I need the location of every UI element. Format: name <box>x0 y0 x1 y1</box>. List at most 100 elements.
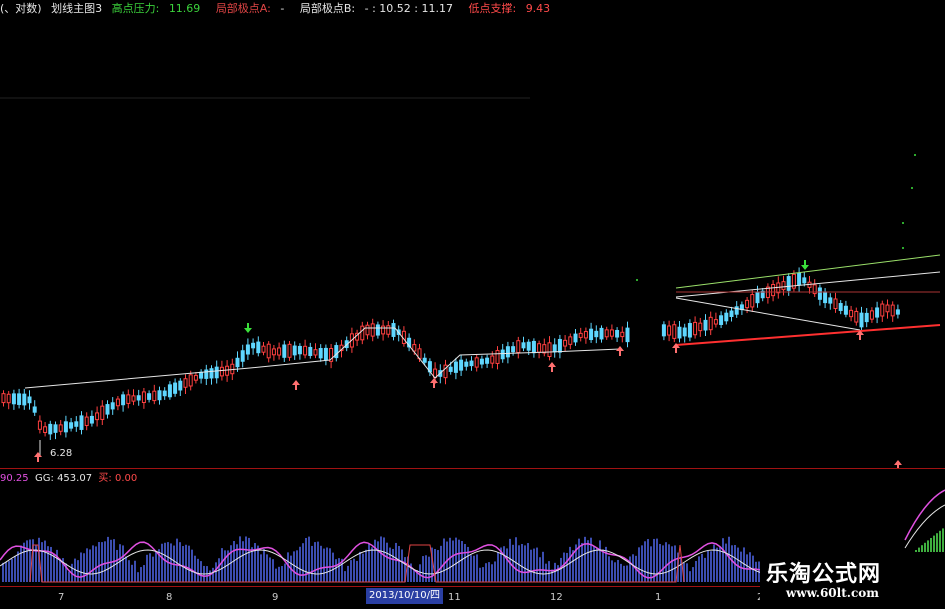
volume-bar <box>485 563 487 582</box>
volume-bar <box>5 561 7 582</box>
volume-bar <box>152 556 154 582</box>
volume-bar <box>278 566 280 582</box>
volume-bar <box>674 545 676 582</box>
volume-bar <box>419 564 421 582</box>
volume-bar <box>293 551 295 582</box>
volume-bar <box>284 563 286 582</box>
volume-bar <box>302 543 304 582</box>
volume-bar <box>377 541 379 582</box>
volume-bar <box>437 550 439 582</box>
volume-bar <box>350 560 352 582</box>
volume-bar <box>323 548 325 582</box>
volume-bar <box>380 536 382 582</box>
volume-bar <box>554 562 556 582</box>
volume-bar <box>530 549 532 582</box>
volume-bar <box>617 559 619 582</box>
volume-bar <box>476 554 478 582</box>
volume-bar <box>626 565 628 582</box>
volume-bar <box>512 544 514 582</box>
volume-bar <box>335 559 337 582</box>
volume-bar <box>89 549 91 582</box>
volume-bar <box>440 545 442 582</box>
volume-bar <box>602 549 604 582</box>
volume-bar <box>629 556 631 582</box>
volume-bar <box>299 546 301 582</box>
tick-12: 12 <box>550 592 563 603</box>
volume-bar <box>461 541 463 582</box>
volume-bar <box>569 546 571 582</box>
volume-bar <box>608 556 610 582</box>
volume-bar <box>248 537 250 582</box>
volume-bar <box>698 556 700 582</box>
tick-8: 8 <box>166 592 173 603</box>
volume-bar <box>356 560 358 582</box>
volume-bar <box>662 545 664 582</box>
volume-bar <box>650 546 652 582</box>
volume-bar <box>197 558 199 582</box>
volume-bar <box>308 536 310 582</box>
volume-bar <box>53 553 55 582</box>
volume-bar <box>56 549 58 582</box>
volume-bar <box>707 550 709 582</box>
volume-bar <box>614 562 616 582</box>
volume-bar <box>755 561 757 582</box>
volume-bar <box>395 542 397 582</box>
volume-bar <box>374 539 376 582</box>
volume-bar <box>212 567 214 582</box>
volume-bar <box>587 540 589 582</box>
volume-bar <box>116 549 118 582</box>
volume-bar <box>296 550 298 582</box>
volume-bar <box>107 536 109 582</box>
volume-bar <box>314 542 316 582</box>
volume-bar <box>536 547 538 582</box>
volume-bar <box>161 543 163 582</box>
sub-indicator-chart[interactable] <box>0 0 945 609</box>
volume-bar <box>545 563 547 582</box>
volume-bar <box>491 564 493 582</box>
volume-bar <box>128 560 130 582</box>
volume-bar <box>317 541 319 582</box>
volume-bar <box>509 538 511 582</box>
volume-bar <box>473 555 475 582</box>
volume-bar <box>257 545 259 582</box>
volume-bar <box>566 552 568 582</box>
volume-bar <box>503 546 505 582</box>
tick-1: 1 <box>655 592 662 603</box>
volume-bar <box>362 553 364 582</box>
volume-bar <box>422 556 424 582</box>
volume-bar <box>353 558 355 582</box>
volume-bar <box>497 552 499 582</box>
volume-bar <box>671 546 673 582</box>
volume-bar <box>266 554 268 582</box>
volume-bar <box>470 555 472 582</box>
volume-bar <box>338 558 340 582</box>
volume-bar <box>110 539 112 582</box>
volume-bar <box>68 571 70 582</box>
volume-bar <box>14 555 16 582</box>
volume-bar <box>137 572 139 582</box>
volume-bar <box>59 558 61 582</box>
volume-bar <box>272 559 274 582</box>
volume-bar <box>542 551 544 582</box>
volume-bar <box>347 565 349 582</box>
volume-bar <box>143 565 145 582</box>
volume-bar <box>578 538 580 582</box>
volume-bar <box>8 561 10 582</box>
volume-bar <box>146 554 148 582</box>
volume-bar <box>134 560 136 582</box>
volume-bar <box>719 546 721 582</box>
volume-bar <box>92 545 94 582</box>
volume-bar <box>44 540 46 582</box>
volume-bar <box>521 543 523 582</box>
volume-bar <box>122 545 124 582</box>
volume-bar <box>191 549 193 582</box>
volume-bar <box>371 547 373 582</box>
watermark-url: www.60lt.com <box>786 586 879 600</box>
volume-bar <box>641 545 643 582</box>
volume-bar <box>599 540 601 582</box>
tick-11: 11 <box>448 592 461 603</box>
volume-bar <box>689 571 691 582</box>
volume-bar <box>209 570 211 582</box>
volume-bar <box>83 553 85 582</box>
volume-bar <box>311 545 313 582</box>
